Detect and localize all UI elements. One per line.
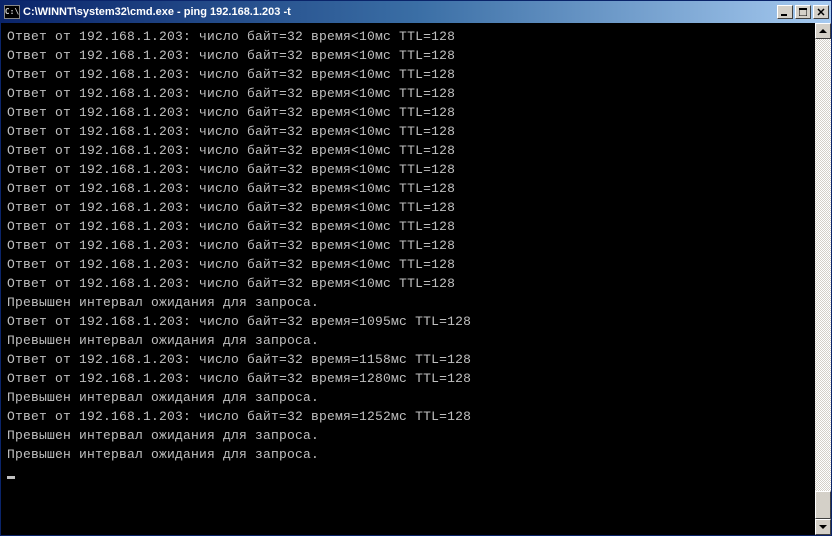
scrollbar-thumb[interactable]	[815, 491, 831, 519]
scroll-up-button[interactable]	[815, 23, 831, 39]
client-area: Ответ от 192.168.1.203: число байт=32 вр…	[1, 23, 831, 535]
maximize-button[interactable]	[795, 5, 811, 19]
scroll-down-button[interactable]	[815, 519, 831, 535]
text-cursor	[7, 476, 15, 479]
app-icon: C:\	[4, 5, 20, 19]
titlebar[interactable]: C:\ C:\WINNT\system32\cmd.exe - ping 192…	[1, 1, 831, 23]
command-prompt-window: C:\ C:\WINNT\system32\cmd.exe - ping 192…	[0, 0, 832, 536]
minimize-button[interactable]	[777, 5, 793, 19]
window-controls	[777, 5, 829, 19]
scrollbar-track[interactable]	[815, 39, 831, 519]
window-title: C:\WINNT\system32\cmd.exe - ping 192.168…	[23, 6, 777, 18]
console-output[interactable]: Ответ от 192.168.1.203: число байт=32 вр…	[1, 23, 815, 535]
close-button[interactable]	[813, 5, 829, 19]
vertical-scrollbar[interactable]	[815, 23, 831, 535]
